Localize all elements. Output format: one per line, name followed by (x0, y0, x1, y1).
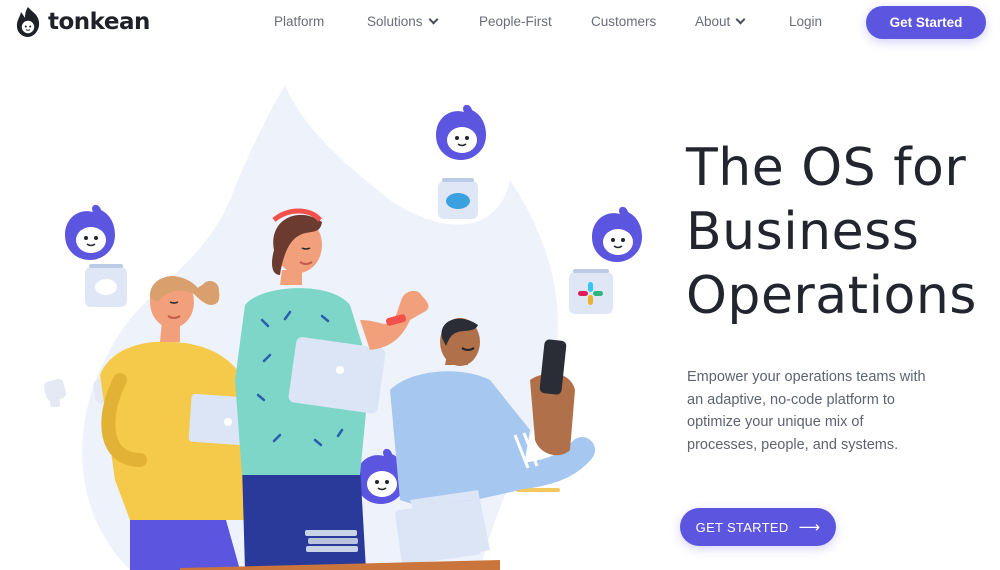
get-started-hero-button[interactable]: GET STARTED ⟶ (680, 508, 836, 546)
hero-title: The OS for Business Operations (686, 136, 986, 328)
get-started-button[interactable]: Get Started (866, 6, 986, 39)
nav-people-first[interactable]: People-First (479, 14, 552, 29)
floating-card (50, 397, 60, 407)
chat-bubble-icon (85, 264, 127, 307)
mascot-icon (592, 206, 642, 262)
arrow-right-icon: ⟶ (798, 519, 821, 536)
flame-logo-icon (16, 7, 40, 37)
hero-title-line: The OS for (686, 138, 967, 198)
hero-title-line: Operations (686, 266, 977, 326)
nav-customers[interactable]: Customers (591, 14, 656, 29)
nav-label: Platform (274, 14, 325, 29)
nav-label: People-First (479, 14, 552, 29)
nav-label: Login (789, 14, 823, 29)
nav-label: Solutions (367, 14, 423, 29)
hero-description: Empower your operations teams with an ad… (687, 369, 926, 453)
salesforce-icon (438, 178, 478, 219)
mascot-icon (65, 204, 115, 260)
nav-label: About (695, 14, 731, 29)
mascot-icon (436, 104, 486, 160)
site-header: tonkean Platform Solutions People-First … (0, 0, 1000, 46)
nav-label: Customers (591, 14, 657, 29)
nav-login[interactable]: Login (789, 14, 822, 29)
hero-title-line: Business (686, 202, 920, 262)
laptop-icon (395, 500, 481, 565)
nav-about[interactable]: About (695, 14, 746, 29)
chevron-down-icon (735, 14, 746, 25)
nav-platform[interactable]: Platform (274, 14, 324, 29)
cta-label: GET STARTED (695, 519, 789, 535)
chevron-down-icon (428, 14, 438, 25)
slack-icon (569, 269, 613, 314)
hero-illustration (30, 80, 660, 570)
brand-logo[interactable]: tonkean (14, 6, 150, 38)
nav-solutions[interactable]: Solutions (367, 14, 438, 29)
brand-name: tonkean (48, 9, 150, 35)
